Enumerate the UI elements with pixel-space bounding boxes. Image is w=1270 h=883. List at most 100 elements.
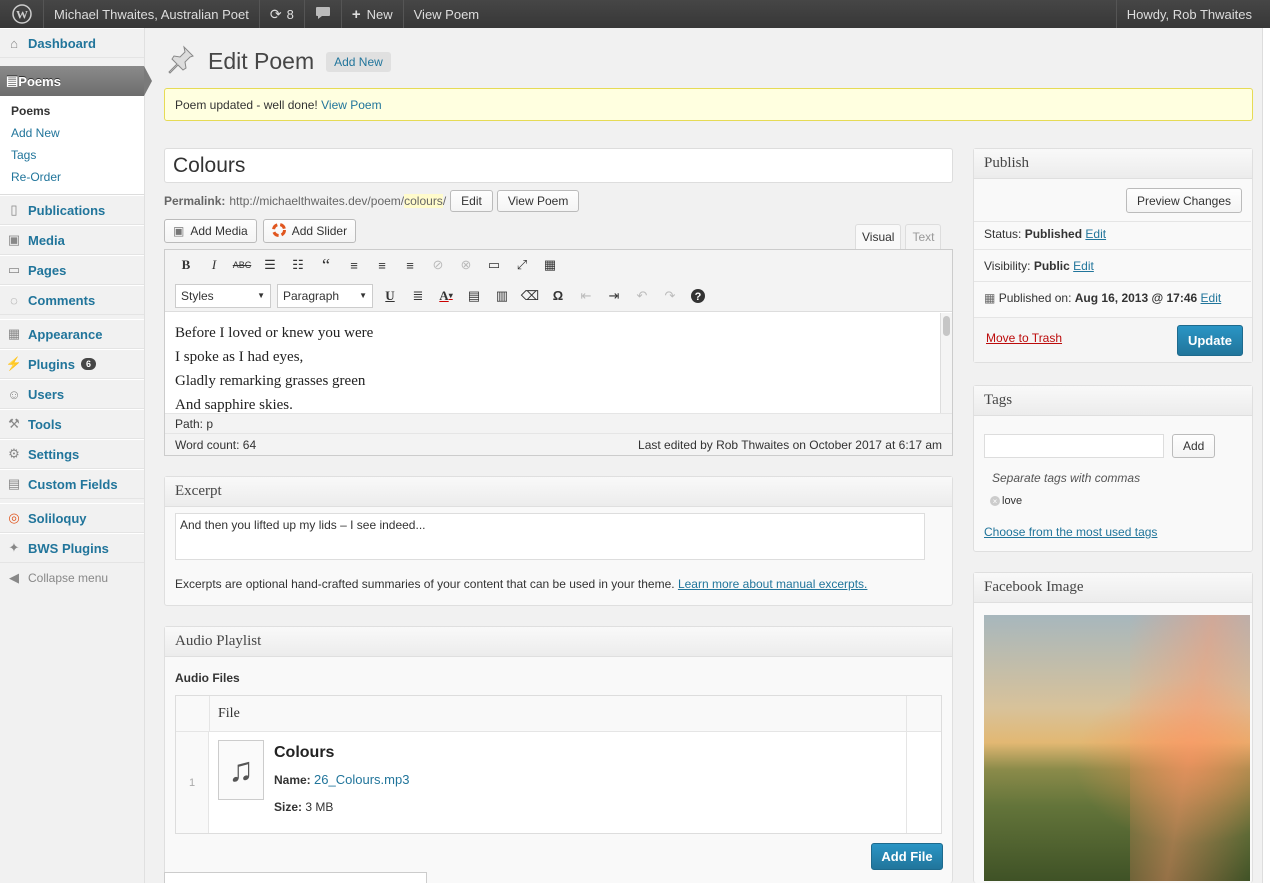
update-button[interactable]: Update: [1177, 325, 1243, 356]
redo-icon[interactable]: ↷: [659, 285, 681, 307]
kitchen-sink-icon[interactable]: ▦: [539, 254, 561, 276]
scrollbar-thumb[interactable]: [943, 316, 950, 336]
collapse-menu-button[interactable]: ◀ Collapse menu: [0, 563, 144, 593]
omega-icon[interactable]: Ω: [547, 285, 569, 307]
updates-link[interactable]: ⟳ 8: [260, 0, 305, 28]
align-center-icon[interactable]: ≡: [371, 254, 393, 276]
paste-word-icon[interactable]: ▥: [491, 285, 513, 307]
my-account-link[interactable]: Howdy, Rob Thwaites: [1115, 0, 1270, 28]
add-new-button[interactable]: Add New: [326, 51, 391, 72]
audio-playlist-heading[interactable]: Audio Playlist: [165, 627, 952, 657]
facebook-image-heading[interactable]: Facebook Image: [974, 573, 1252, 603]
submenu-tags[interactable]: Tags: [0, 144, 144, 166]
choose-tags-link[interactable]: Choose from the most used tags: [984, 525, 1157, 539]
visibility-edit-link[interactable]: Edit: [1073, 259, 1094, 273]
align-right-icon[interactable]: ≡: [399, 254, 421, 276]
menu-tools[interactable]: ⚒ Tools: [0, 409, 144, 439]
tab-text[interactable]: Text: [905, 224, 942, 249]
media-buttons: ▣ Add Media Add Slider: [164, 219, 357, 243]
tab-visual[interactable]: Visual: [855, 224, 902, 249]
learn-more-link[interactable]: Learn more about manual excerpts.: [678, 577, 867, 591]
menu-plugins[interactable]: ⚡ Plugins 6: [0, 349, 144, 379]
poem-line: Before I loved or knew you were: [175, 325, 374, 341]
menu-label: Plugins: [28, 356, 75, 372]
menu-settings[interactable]: ⚙ Settings: [0, 439, 144, 469]
published-edit-link[interactable]: Edit: [1201, 291, 1222, 305]
fullscreen-icon[interactable]: ⤢: [511, 254, 533, 276]
menu-bws-plugins[interactable]: ✦ BWS Plugins: [0, 533, 144, 563]
view-poem-button[interactable]: View Poem: [496, 190, 580, 212]
indent-icon[interactable]: ⇥: [603, 285, 625, 307]
menu-appearance[interactable]: ▦ Appearance: [0, 319, 144, 349]
comments-link[interactable]: [305, 0, 342, 28]
blockquote-icon[interactable]: “: [315, 254, 337, 276]
status-edit-link[interactable]: Edit: [1085, 227, 1106, 241]
add-media-label: Add Media: [190, 224, 248, 238]
permalink-edit-button[interactable]: Edit: [450, 190, 493, 212]
submenu-add-new[interactable]: Add New: [0, 122, 144, 144]
menu-label: Users: [28, 386, 65, 402]
styles-select[interactable]: Styles ▼: [175, 283, 271, 308]
underline-icon[interactable]: U: [379, 285, 401, 307]
italic-icon[interactable]: I: [203, 254, 225, 276]
paragraph-select[interactable]: Paragraph ▼: [277, 283, 373, 308]
menu-pages[interactable]: ▭ Pages: [0, 255, 144, 285]
publish-heading[interactable]: Publish: [974, 149, 1252, 179]
post-title-input[interactable]: Colours: [164, 148, 953, 183]
menu-soliloquy[interactable]: ◎ Soliloquy: [0, 503, 144, 533]
facebook-image-preview[interactable]: [984, 615, 1250, 881]
preview-changes-button[interactable]: Preview Changes: [1125, 188, 1242, 213]
editor-scrollbar[interactable]: [940, 313, 952, 413]
audio-file-link[interactable]: 26_Colours.mp3: [314, 772, 409, 787]
excerpt-textarea[interactable]: And then you lifted up my lids – I see i…: [175, 513, 925, 560]
tags-heading[interactable]: Tags: [974, 386, 1252, 416]
page-scrollbar[interactable]: [1262, 28, 1270, 883]
add-slider-button[interactable]: Add Slider: [262, 219, 357, 243]
site-name-label: Michael Thwaites, Australian Poet: [54, 6, 249, 22]
add-file-button[interactable]: Add File: [871, 843, 943, 870]
menu-users[interactable]: ☺ Users: [0, 379, 144, 409]
numbered-list-icon[interactable]: ☷: [287, 254, 309, 276]
help-icon[interactable]: ?: [687, 285, 709, 307]
paste-text-icon[interactable]: ▤: [463, 285, 485, 307]
clear-formatting-icon[interactable]: ⌫: [519, 285, 541, 307]
view-poem-link[interactable]: View Poem: [404, 0, 490, 28]
tag-input[interactable]: [984, 434, 1164, 458]
notice-view-link[interactable]: View Poem: [321, 98, 381, 112]
editor-content[interactable]: Before I loved or knew you were I spoke …: [165, 313, 940, 413]
published-on-row: ▦ Published on: Aug 16, 2013 @ 17:46 Edi…: [984, 291, 1221, 305]
bullet-list-icon[interactable]: ☰: [259, 254, 281, 276]
permalink-slug[interactable]: colours: [404, 194, 443, 208]
table-header: File: [176, 696, 941, 732]
bold-icon[interactable]: B: [175, 254, 197, 276]
submenu-re-order[interactable]: Re-Order: [0, 166, 144, 188]
outdent-icon[interactable]: ⇤: [575, 285, 597, 307]
published-value: Aug 16, 2013 @ 17:46: [1074, 291, 1198, 305]
row-index[interactable]: 1: [176, 732, 209, 833]
justify-icon[interactable]: ≣: [407, 285, 429, 307]
text-color-icon[interactable]: A ▾: [435, 285, 457, 307]
remove-tag-icon[interactable]: ×: [990, 496, 1000, 506]
menu-publications[interactable]: ▯ Publications: [0, 195, 144, 225]
site-name-link[interactable]: Michael Thwaites, Australian Poet: [44, 0, 260, 28]
add-media-button[interactable]: ▣ Add Media: [164, 219, 257, 243]
permalink-row: Permalink: http://michaelthwaites.dev/po…: [164, 190, 580, 212]
undo-icon[interactable]: ↶: [631, 285, 653, 307]
unlink-icon[interactable]: ⊗: [455, 254, 477, 276]
read-more-icon[interactable]: ▭: [483, 254, 505, 276]
visibility-row: Visibility: Public Edit: [984, 259, 1094, 273]
strikethrough-icon[interactable]: ABC: [231, 254, 253, 276]
menu-poems[interactable]: ▤ Poems: [0, 66, 152, 96]
menu-dashboard[interactable]: ⌂ Dashboard: [0, 28, 144, 58]
link-icon[interactable]: ⊘: [427, 254, 449, 276]
submenu-poems[interactable]: Poems: [0, 100, 144, 122]
new-content-link[interactable]: + New: [342, 0, 404, 28]
menu-custom-fields[interactable]: ▤ Custom Fields: [0, 469, 144, 499]
move-to-trash-link[interactable]: Move to Trash: [986, 331, 1062, 345]
add-tag-button[interactable]: Add: [1172, 434, 1216, 458]
excerpt-heading[interactable]: Excerpt: [165, 477, 952, 507]
menu-comments[interactable]: ◌ Comments: [0, 285, 144, 315]
menu-media[interactable]: ▣ Media: [0, 225, 144, 255]
align-left-icon[interactable]: ≡: [343, 254, 365, 276]
wordpress-logo-icon[interactable]: W: [0, 0, 44, 28]
